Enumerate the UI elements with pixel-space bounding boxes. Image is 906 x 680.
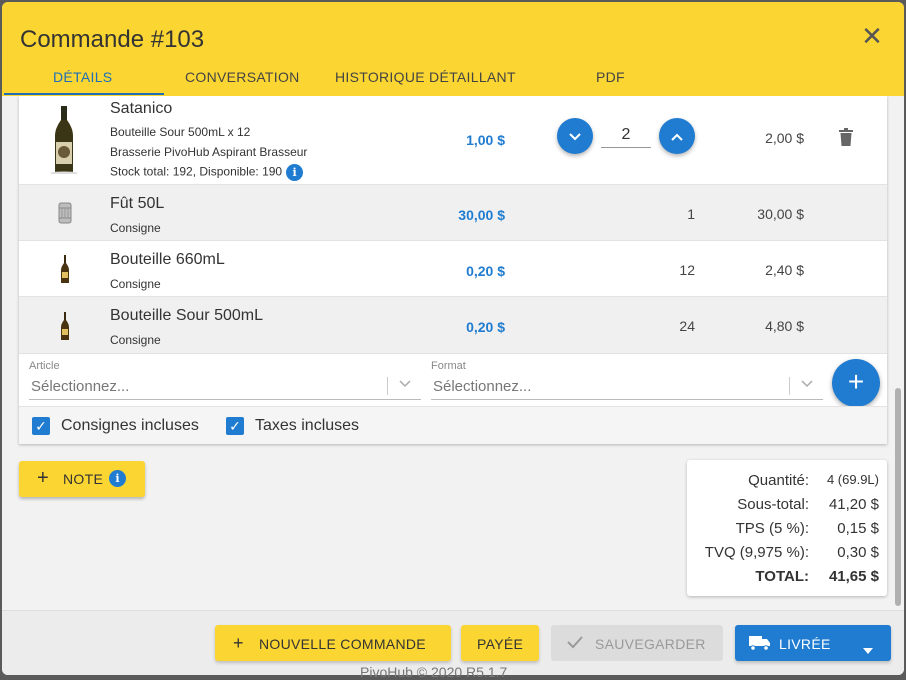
truck-icon xyxy=(749,635,771,656)
tab-retailer-history[interactable]: HISTORIQUE DÉTAILLANT xyxy=(335,69,516,85)
item-name: Satanico xyxy=(110,100,173,117)
tps-label: TPS (5 %): xyxy=(735,520,809,537)
item-price: 0,20 $ xyxy=(466,263,505,279)
quantity-value: 4 (69.9L) xyxy=(826,472,879,487)
tvq-label: TVQ (9,975 %): xyxy=(704,544,809,561)
info-icon[interactable]: i xyxy=(109,470,126,487)
chevron-up-icon xyxy=(671,133,683,141)
item-format: Bouteille Sour 500mL x 12 xyxy=(110,125,251,139)
save-button[interactable]: SAUVEGARDER xyxy=(551,625,723,661)
plus-icon: + xyxy=(233,633,244,653)
tab-details[interactable]: DÉTAILS xyxy=(53,69,112,85)
bottle-image xyxy=(61,255,69,283)
item-stock: Stock total: 192, Disponible: 190 i xyxy=(110,164,304,181)
item-price: 1,00 $ xyxy=(466,132,505,148)
table-row: Bouteille Sour 500mL Consigne 0,20 $ 24 … xyxy=(19,297,887,354)
options-bar: ✓ Consignes incluses ✓ Taxes incluses xyxy=(19,406,887,444)
item-price: 30,00 $ xyxy=(458,207,505,223)
order-dialog: Commande #103 ✕ DÉTAILS CONVERSATION HIS… xyxy=(2,2,904,675)
item-name: Bouteille Sour 500mL xyxy=(110,307,263,324)
dialog-title: Commande #103 xyxy=(20,26,205,53)
keg-image xyxy=(58,202,72,224)
paid-button[interactable]: PAYÉE xyxy=(461,625,539,661)
delivered-label: LIVRÉE xyxy=(779,636,831,652)
background-footer-text: PivoHub © 2020 R5.1.7 xyxy=(360,664,508,680)
item-total: 30,00 $ xyxy=(757,206,804,222)
new-order-label: NOUVELLE COMMANDE xyxy=(259,636,426,652)
subtotal-label: Sous-total: xyxy=(737,496,809,513)
close-icon[interactable]: ✕ xyxy=(860,23,884,49)
tab-pdf[interactable]: PDF xyxy=(596,69,625,85)
tab-conversation[interactable]: CONVERSATION xyxy=(185,69,300,85)
format-label: Format xyxy=(431,360,466,372)
new-order-button[interactable]: + NOUVELLE COMMANDE xyxy=(215,625,451,661)
beer-bottle-image xyxy=(50,106,78,174)
item-subtitle: Consigne xyxy=(110,333,161,347)
chevron-down-icon xyxy=(801,376,813,393)
table-row: Fût 50L Consigne 30,00 $ 1 30,00 $ xyxy=(19,185,887,241)
article-label: Article xyxy=(29,360,60,372)
info-icon[interactable]: i xyxy=(286,164,304,181)
article-select-value: Sélectionnez... xyxy=(31,378,130,395)
decrease-qty-button[interactable] xyxy=(557,118,593,154)
deposits-checkbox[interactable]: ✓ xyxy=(32,417,50,435)
select-separator xyxy=(387,377,388,395)
item-qty: 1 xyxy=(687,206,695,222)
quantity-label: Quantité: xyxy=(748,472,809,489)
plus-icon: + xyxy=(37,467,49,489)
paid-label: PAYÉE xyxy=(477,636,524,652)
increase-qty-button[interactable] xyxy=(659,118,695,154)
item-brewery: Brasserie PivoHub Aspirant Brasseur xyxy=(110,145,308,159)
delivered-button[interactable]: LIVRÉE xyxy=(735,625,891,661)
item-total: 2,00 $ xyxy=(765,130,804,146)
select-separator xyxy=(789,377,790,395)
item-total: 4,80 $ xyxy=(765,318,804,334)
chevron-down-icon xyxy=(399,376,411,393)
item-name: Bouteille 660mL xyxy=(110,251,225,268)
total-value: 41,65 $ xyxy=(828,568,879,585)
item-total: 2,40 $ xyxy=(765,262,804,278)
add-item-button[interactable]: + xyxy=(832,359,880,407)
chevron-down-icon xyxy=(569,133,581,141)
item-price: 0,20 $ xyxy=(466,319,505,335)
format-select[interactable]: Sélectionnez... xyxy=(431,374,823,400)
bottle-image xyxy=(61,312,69,340)
total-label: TOTAL: xyxy=(755,568,809,585)
note-button[interactable]: + NOTE i xyxy=(19,461,145,497)
subtotal-value: 41,20 $ xyxy=(828,496,879,513)
save-label: SAUVEGARDER xyxy=(595,636,706,652)
add-item-form: Article Sélectionnez... Format Sélection… xyxy=(19,354,887,407)
item-qty: 24 xyxy=(679,318,695,334)
format-select-value: Sélectionnez... xyxy=(433,378,532,395)
trash-icon[interactable] xyxy=(839,128,853,146)
taxes-label[interactable]: Taxes incluses xyxy=(255,417,359,435)
scrollbar[interactable] xyxy=(895,388,901,606)
deposits-label[interactable]: Consignes incluses xyxy=(61,417,199,435)
item-subtitle: Consigne xyxy=(110,277,161,291)
table-row: Satanico Bouteille Sour 500mL x 12 Brass… xyxy=(19,96,887,185)
item-name: Fût 50L xyxy=(110,195,165,212)
tps-value: 0,15 $ xyxy=(837,520,879,537)
item-qty: 12 xyxy=(679,262,695,278)
caret-down-icon[interactable] xyxy=(863,638,873,659)
table-row: Bouteille 660mL Consigne 0,20 $ 12 2,40 … xyxy=(19,241,887,297)
article-select[interactable]: Sélectionnez... xyxy=(29,374,421,400)
tvq-value: 0,30 $ xyxy=(837,544,879,561)
dialog-header: Commande #103 ✕ DÉTAILS CONVERSATION HIS… xyxy=(2,2,904,96)
plus-icon: + xyxy=(847,366,865,397)
quantity-input[interactable] xyxy=(601,122,651,148)
order-summary: Quantité: 4 (69.9L) Sous-total: 41,20 $ … xyxy=(687,460,887,596)
active-tab-indicator xyxy=(4,93,164,95)
order-content[interactable]: Satanico Bouteille Sour 500mL x 12 Brass… xyxy=(2,96,904,610)
item-subtitle: Consigne xyxy=(110,221,161,235)
check-icon xyxy=(567,633,583,654)
taxes-checkbox[interactable]: ✓ xyxy=(226,417,244,435)
note-button-label: NOTE xyxy=(63,471,104,487)
